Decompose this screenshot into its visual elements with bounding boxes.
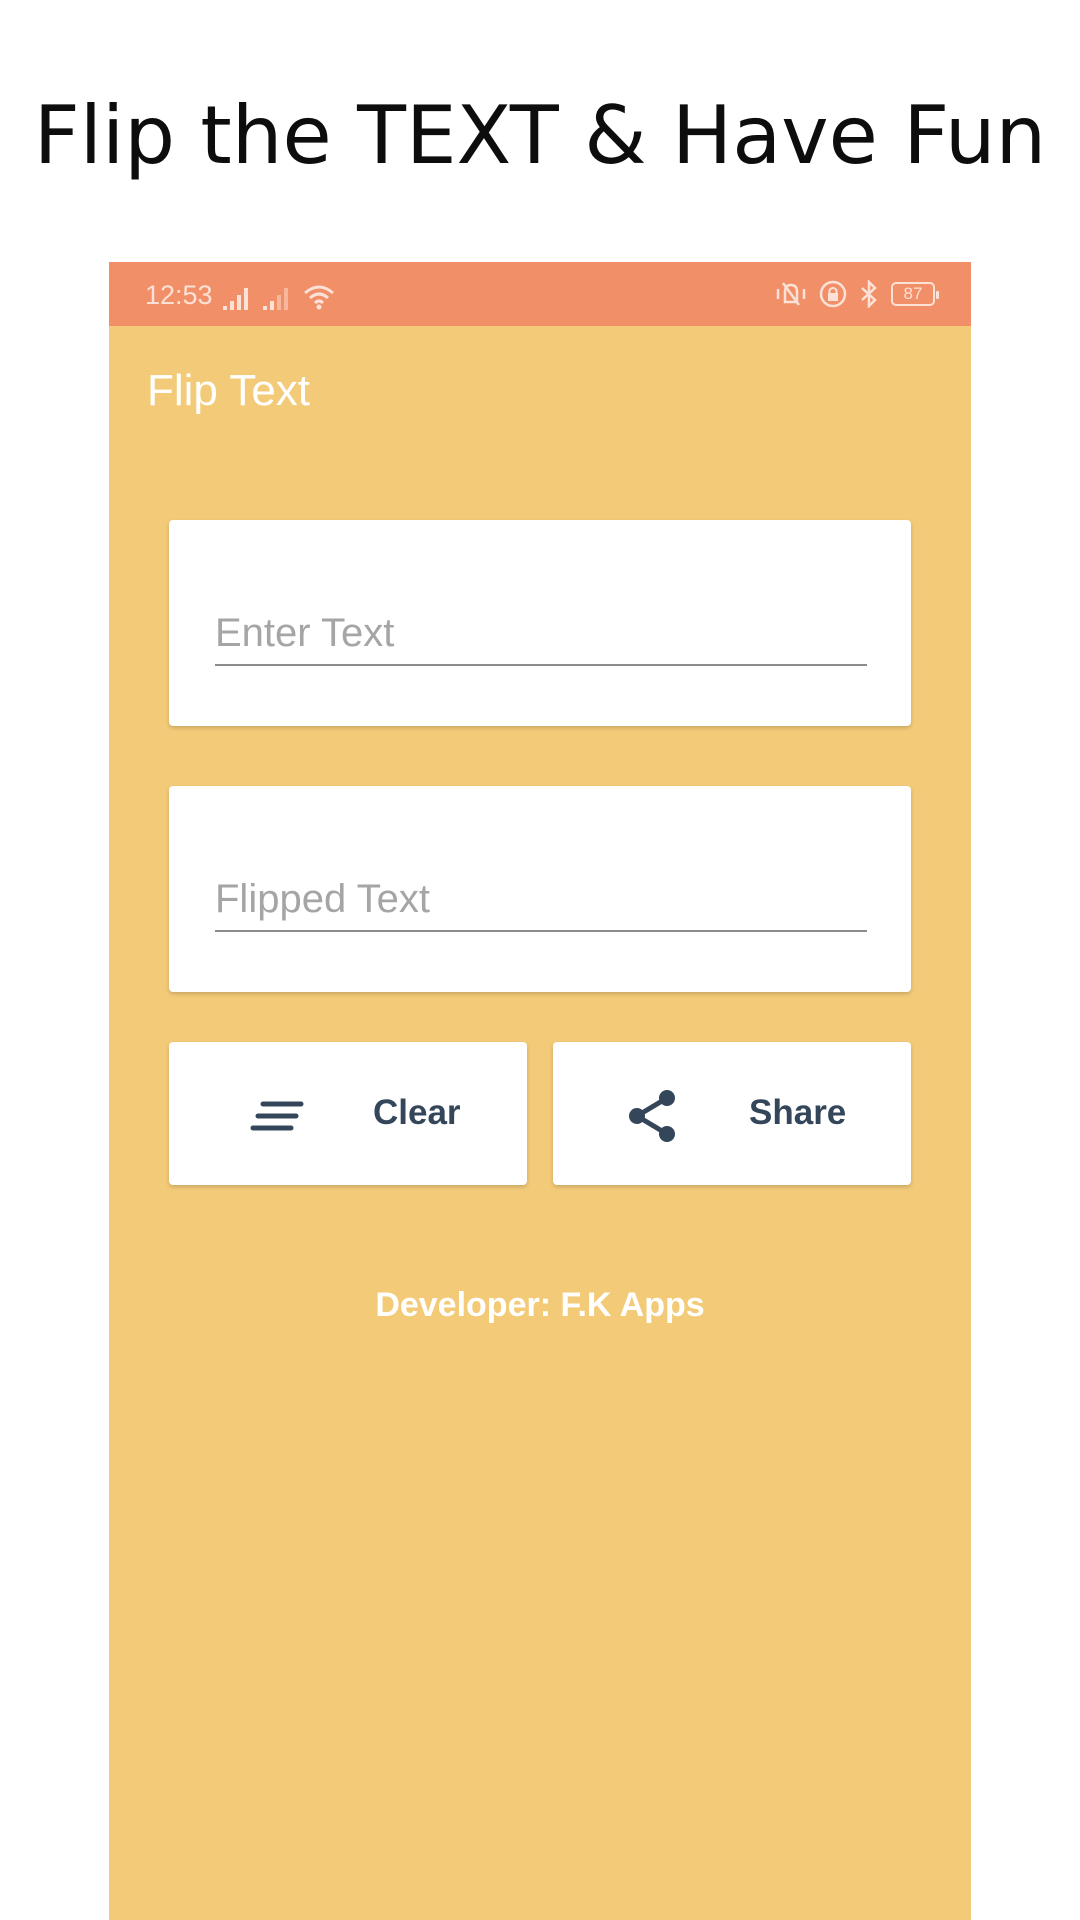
input-card (169, 520, 911, 726)
phone-screen: 12:53 87 Flip Text Enter Text Flipped Te… (109, 262, 971, 1920)
wifi-icon (304, 285, 334, 310)
clear-lines-icon (250, 1101, 304, 1131)
battery-icon: 87 (891, 282, 939, 306)
promo-title: Flip the TEXT & Have Fun (33, 89, 1047, 182)
bluetooth-icon (861, 280, 877, 308)
signal-icon (263, 288, 288, 310)
status-time: 12:53 (145, 280, 213, 310)
clear-button[interactable]: Clear (169, 1042, 527, 1185)
developer-credit: Developer: F.K Apps (375, 1286, 705, 1324)
status-left-icons (223, 280, 335, 310)
share-icon (629, 1090, 675, 1142)
output-card (169, 786, 911, 992)
share-button[interactable]: Share (553, 1042, 911, 1185)
flipped-text-output[interactable] (215, 868, 867, 932)
battery-level: 87 (903, 284, 923, 303)
signal-icon (223, 288, 248, 310)
share-button-label: Share (749, 1093, 847, 1132)
vibrate-icon (776, 282, 806, 306)
status-right-icons: 87 (775, 278, 939, 310)
enter-text-input[interactable] (215, 602, 867, 666)
status-bar: 12:53 87 (109, 262, 971, 326)
clear-button-label: Clear (373, 1093, 461, 1132)
lock-icon (819, 280, 847, 308)
app-title: Flip Text (147, 366, 311, 415)
